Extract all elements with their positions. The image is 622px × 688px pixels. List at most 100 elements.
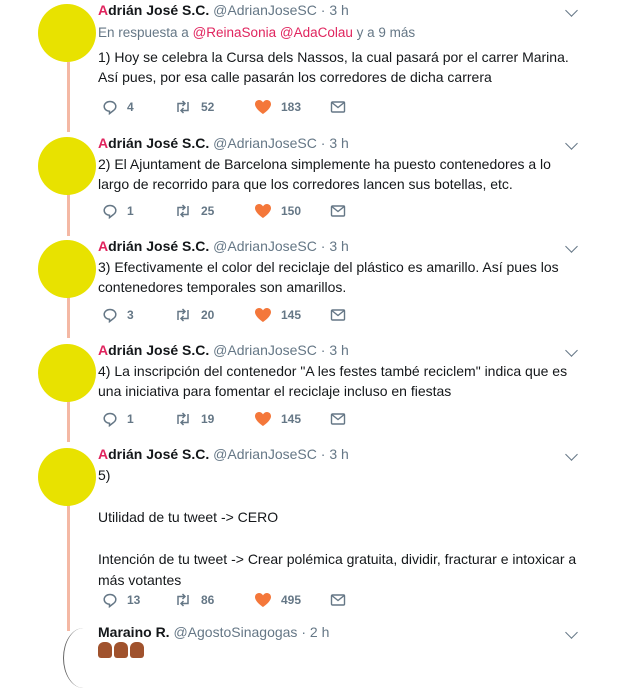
like-count: 183 <box>281 100 302 114</box>
tweet-text: 5) Utilidad de tu tweet -> CERO Intenció… <box>98 467 577 588</box>
heart-icon <box>255 308 271 322</box>
retweet-count: 25 <box>201 204 215 218</box>
retweet-button[interactable]: 25 <box>174 202 214 220</box>
timestamp[interactable]: 3 h <box>329 342 348 358</box>
tweet-text: 1) Hoy se celebra la Cursa dels Nassos, … <box>98 49 569 85</box>
author-handle[interactable]: @AdrianJoseSC <box>213 342 317 358</box>
like-button[interactable]: 145 <box>254 410 301 428</box>
reply-count: 1 <box>127 412 134 426</box>
avatar[interactable] <box>38 448 96 506</box>
reply-count: 1 <box>127 204 134 218</box>
timestamp[interactable]: 3 h <box>329 2 348 18</box>
envelope-icon <box>330 309 346 321</box>
message-button[interactable] <box>330 202 346 220</box>
author-name[interactable]: Adrián José S.C. <box>98 2 209 18</box>
author-handle[interactable]: @AdrianJoseSC <box>213 135 317 151</box>
reply-icon <box>103 593 117 608</box>
author-handle[interactable]: @AdrianJoseSC <box>213 446 317 462</box>
tweet[interactable]: Adrián José S.C. @AdrianJoseSC · 3 h 3) … <box>0 238 622 328</box>
like-button[interactable]: 150 <box>254 202 301 220</box>
separator-dot: · <box>320 135 326 151</box>
message-button[interactable] <box>330 98 346 116</box>
like-button[interactable]: 495 <box>254 591 301 609</box>
retweet-count: 52 <box>201 100 215 114</box>
separator-dot: · <box>320 446 326 462</box>
avatar[interactable] <box>38 4 96 62</box>
tweet[interactable]: Adrián José S.C. @AdrianJoseSC · 3 h 4) … <box>0 342 622 432</box>
author-name[interactable]: Adrián José S.C. <box>98 238 209 254</box>
retweet-button[interactable]: 20 <box>174 306 214 324</box>
mention-link[interactable]: @AdaColau <box>280 25 353 40</box>
avatar[interactable] <box>38 240 96 298</box>
reply-suffix[interactable]: y a 9 más <box>357 25 416 40</box>
timestamp[interactable]: 3 h <box>329 446 348 462</box>
message-button[interactable] <box>330 306 346 324</box>
tweet-header: Maraino R. @AgostoSinagogas · 2 h <box>98 624 582 641</box>
author-name[interactable]: Adrián José S.C. <box>98 135 209 151</box>
retweet-button[interactable]: 19 <box>174 410 214 428</box>
tweet[interactable]: Adrián José S.C. @AdrianJoseSC · 3 h 5) … <box>0 446 622 616</box>
retweet-count: 20 <box>201 308 215 322</box>
reply-button[interactable]: 1 <box>102 202 134 220</box>
message-button[interactable] <box>330 410 346 428</box>
separator-dot: · <box>320 238 326 254</box>
reply-button[interactable]: 13 <box>102 591 140 609</box>
envelope-icon <box>330 101 346 113</box>
like-count: 150 <box>281 204 302 218</box>
retweet-icon <box>177 593 189 607</box>
separator-dot: · <box>320 342 326 358</box>
retweet-button[interactable]: 86 <box>174 591 214 609</box>
retweet-count: 86 <box>201 593 215 607</box>
reply-button[interactable]: 3 <box>102 306 134 324</box>
like-count: 495 <box>281 593 302 607</box>
envelope-icon <box>330 205 346 217</box>
see-no-evil-monkey-icon <box>98 642 112 658</box>
retweet-icon <box>177 308 189 322</box>
tweet-text: 4) La inscripción del contenedor "A les … <box>98 363 568 399</box>
tweet-header: Adrián José S.C. @AdrianJoseSC · 3 h <box>98 342 582 359</box>
reply-button[interactable]: 4 <box>102 98 134 116</box>
heart-icon <box>255 593 271 607</box>
author-name[interactable]: Adrián José S.C. <box>98 342 209 358</box>
author-name[interactable]: Adrián José S.C. <box>98 446 209 462</box>
message-button[interactable] <box>330 591 346 609</box>
like-button[interactable]: 183 <box>254 98 301 116</box>
timestamp[interactable]: 3 h <box>329 135 348 151</box>
envelope-icon <box>330 594 346 606</box>
mention-link[interactable]: @ReinaSonia <box>193 25 277 40</box>
heart-icon <box>255 412 271 426</box>
tweet-header: Adrián José S.C. @AdrianJoseSC · 3 h <box>98 135 582 152</box>
avatar[interactable] <box>38 137 96 195</box>
reply-icon <box>103 412 117 427</box>
tweet[interactable]: Adrián José S.C. @AdrianJoseSC · 3 h 2) … <box>0 135 622 225</box>
see-no-evil-monkey-icon <box>130 642 144 658</box>
like-count: 145 <box>281 308 302 322</box>
tweet-text: 3) Efectivamente el color del reciclaje … <box>98 259 559 295</box>
tweet[interactable]: Maraino R. @AgostoSinagogas · 2 h <box>0 624 622 688</box>
reply-button[interactable]: 1 <box>102 410 134 428</box>
tweet-header: Adrián José S.C. @AdrianJoseSC · 3 h <box>98 446 582 463</box>
like-button[interactable]: 145 <box>254 306 301 324</box>
timestamp[interactable]: 3 h <box>329 238 348 254</box>
timestamp[interactable]: 2 h <box>310 624 329 640</box>
heart-icon <box>255 100 271 114</box>
separator-dot: · <box>301 624 306 640</box>
tweet[interactable]: Adrián José S.C. @AdrianJoseSC · 3 h En … <box>0 2 622 122</box>
retweet-icon <box>177 204 189 218</box>
retweet-button[interactable]: 52 <box>174 98 214 116</box>
reply-count: 13 <box>127 593 141 607</box>
retweet-count: 19 <box>201 412 215 426</box>
heart-icon <box>255 204 271 218</box>
reply-count: 4 <box>127 100 134 114</box>
author-handle[interactable]: @AgostoSinagogas <box>173 624 297 640</box>
author-handle[interactable]: @AdrianJoseSC <box>213 2 317 18</box>
retweet-icon <box>177 100 189 114</box>
author-handle[interactable]: @AdrianJoseSC <box>213 238 317 254</box>
avatar[interactable] <box>38 344 96 402</box>
like-count: 145 <box>281 412 302 426</box>
tweet-text: 2) El Ajuntament de Barcelona simplement… <box>98 156 551 192</box>
see-no-evil-monkey-icon <box>114 642 128 658</box>
reply-count: 3 <box>127 308 134 322</box>
tweet-header: Adrián José S.C. @AdrianJoseSC · 3 h <box>98 2 582 19</box>
author-name[interactable]: Maraino R. <box>98 624 170 640</box>
